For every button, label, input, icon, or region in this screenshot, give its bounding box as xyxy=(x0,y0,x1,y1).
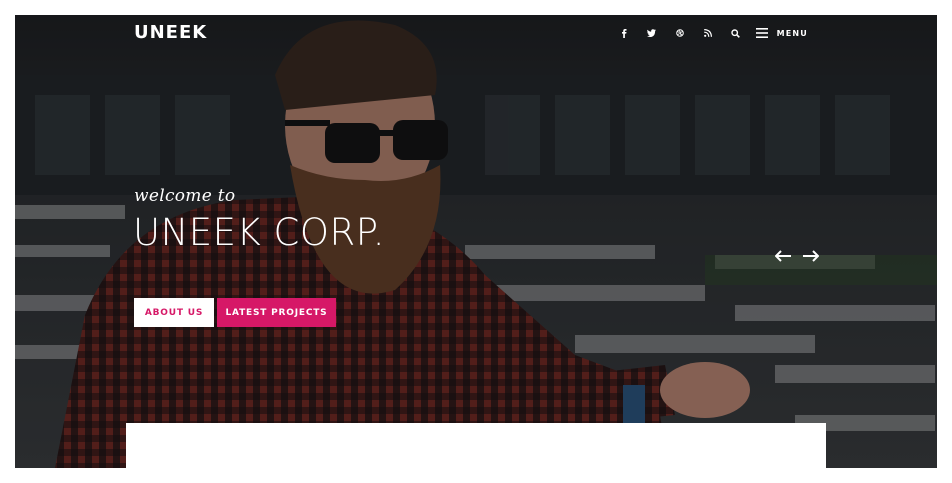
menu-label: MENU xyxy=(776,28,808,38)
site-logo[interactable]: UNEEK xyxy=(134,22,207,43)
about-us-button[interactable]: ABOUT US xyxy=(134,298,214,327)
hero-slider: UNEEK MENU welcome to UNEEK CORP. ABOUT … xyxy=(15,15,937,468)
hamburger-icon xyxy=(755,28,768,38)
rss-icon[interactable] xyxy=(694,25,722,41)
header-nav: MENU xyxy=(610,25,808,41)
arrow-right-icon[interactable] xyxy=(802,250,819,262)
facebook-icon[interactable] xyxy=(610,25,638,41)
search-icon[interactable] xyxy=(722,25,750,41)
arrow-left-icon[interactable] xyxy=(775,250,792,262)
hero-headline: UNEEK CORP. xyxy=(133,211,386,254)
latest-projects-button[interactable]: LATEST PROJECTS xyxy=(217,298,336,327)
dribbble-icon[interactable] xyxy=(666,25,694,41)
hero-welcome-text: welcome to xyxy=(134,186,236,206)
content-card xyxy=(126,423,826,483)
menu-button[interactable]: MENU xyxy=(755,28,808,38)
slider-arrows xyxy=(775,250,819,262)
twitter-icon[interactable] xyxy=(638,25,666,41)
top-navbar: UNEEK MENU xyxy=(15,15,937,51)
